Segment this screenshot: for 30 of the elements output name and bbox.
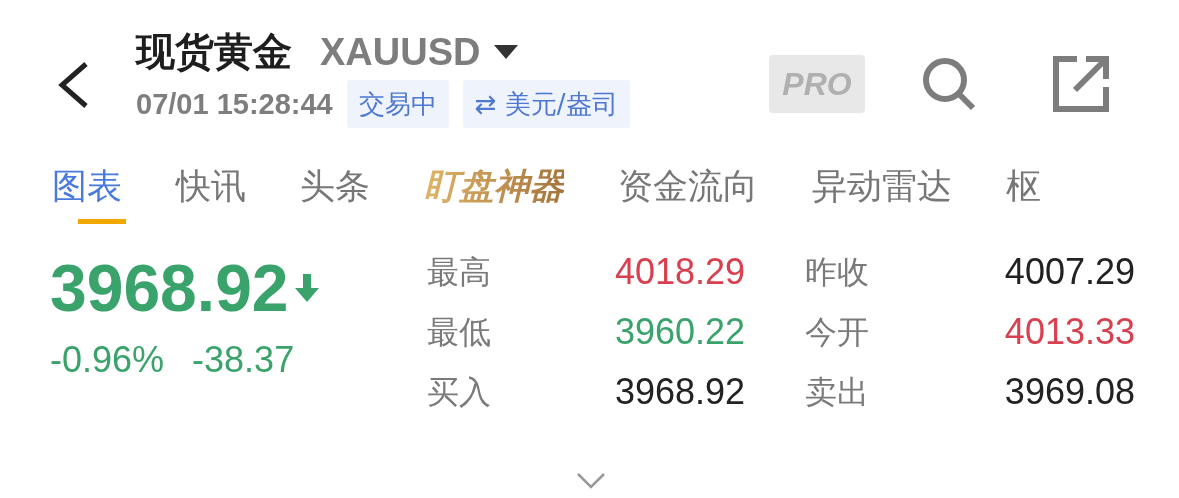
unit-toggle[interactable]: ⇄ 美元/盎司 [462, 80, 630, 128]
search-icon [921, 56, 977, 112]
share-icon [1053, 56, 1109, 112]
stat-label: 今开 [805, 312, 870, 353]
dropdown-caret-icon[interactable] [494, 45, 519, 59]
stat-value: 3960.22 [615, 310, 747, 354]
change-percent: -0.96% [50, 338, 165, 382]
stat-value: 3969.08 [1003, 370, 1135, 414]
expand-chevron-icon[interactable] [576, 472, 606, 490]
current-price: 3968.92 [50, 250, 289, 327]
change-amount: -38.37 [192, 338, 295, 382]
tab[interactable]: 头条 [300, 162, 370, 224]
instrument-title: 现货黄金 [136, 28, 292, 76]
tab[interactable]: 资金流向 [618, 162, 758, 224]
tab[interactable]: 异动雷达 [812, 162, 952, 224]
trading-status-badge: 交易中 [346, 80, 449, 128]
stat-value: 4018.29 [615, 250, 747, 294]
stat-value: 4013.33 [1003, 310, 1135, 354]
quote-time: 07/01 15:28:44 [136, 87, 333, 122]
symbol-selector[interactable]: XAUUSD [320, 28, 481, 76]
stat-label: 卖出 [805, 372, 870, 413]
stat-value: 3968.92 [615, 370, 747, 414]
stat-label: 昨收 [805, 252, 870, 293]
tab[interactable]: 枢 [1006, 162, 1041, 224]
stat-value: 4007.29 [1003, 250, 1135, 294]
stat-label: 最高 [427, 252, 492, 293]
stat-label: 最低 [427, 312, 492, 353]
share-button[interactable] [1051, 54, 1111, 114]
stat-label: 买入 [427, 372, 492, 413]
tab[interactable]: 快讯 [176, 162, 246, 224]
